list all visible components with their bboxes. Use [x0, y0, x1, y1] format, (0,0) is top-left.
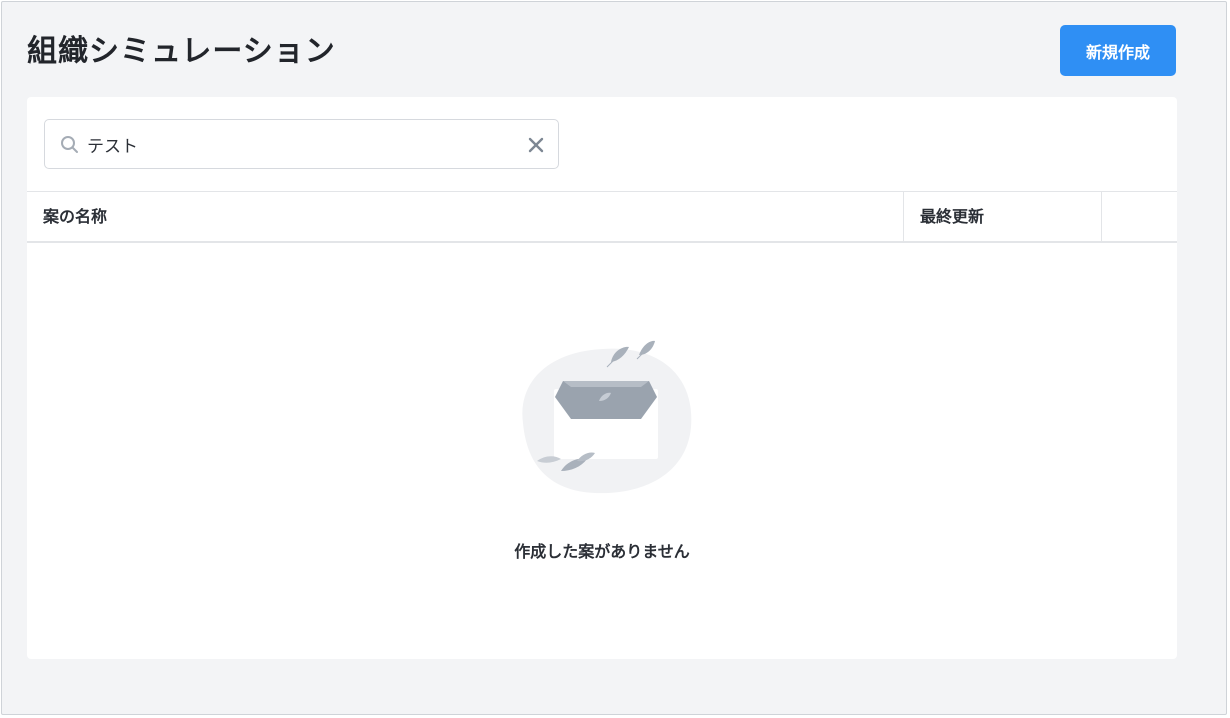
search-input[interactable] — [87, 128, 507, 160]
empty-state-message: 作成した案がありません — [514, 542, 690, 561]
close-icon[interactable] — [525, 134, 547, 156]
table-header: 案の名称 最終更新 — [27, 191, 1177, 243]
column-header-last-updated[interactable]: 最終更新 — [903, 192, 1101, 242]
empty-inbox-illustration — [511, 337, 697, 503]
column-header-actions — [1101, 192, 1178, 242]
column-header-name[interactable]: 案の名称 — [43, 192, 107, 242]
list-card: 案の名称 最終更新 作成した案がありません — [27, 97, 1177, 659]
new-create-button[interactable]: 新規作成 — [1060, 25, 1176, 76]
page-title: 組織シミュレーション — [27, 34, 336, 69]
search-icon — [59, 134, 81, 156]
search-box[interactable] — [44, 119, 559, 169]
app-frame: 組織シミュレーション 新規作成 案の名称 最終更新 — [1, 1, 1227, 715]
